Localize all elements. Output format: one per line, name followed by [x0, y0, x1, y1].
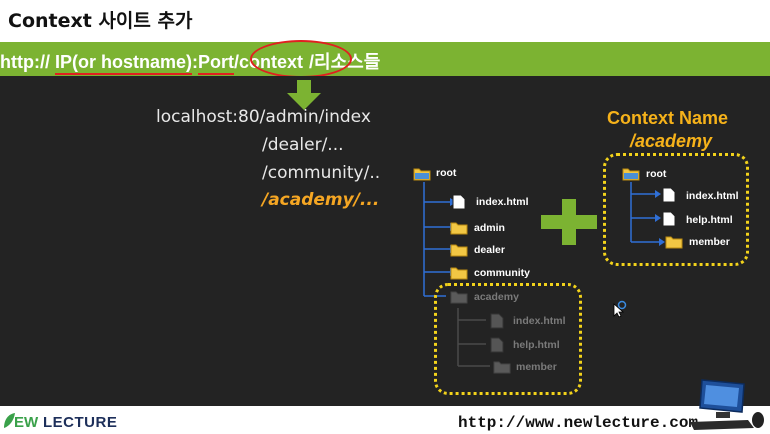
path-admin: localhost:80/admin/index	[156, 107, 371, 127]
file-icon	[452, 194, 466, 210]
mouse-cursor-icon	[613, 300, 627, 318]
dim-file-icon	[490, 337, 504, 353]
folder-icon	[450, 244, 468, 257]
path-dealer: /dealer/...	[262, 135, 344, 155]
context-name-value: /academy	[630, 131, 713, 151]
left-tree-dim-help: help.html	[513, 339, 560, 351]
computer-icon	[690, 379, 764, 430]
file-icon	[662, 187, 676, 203]
left-tree-dim-index: index.html	[513, 315, 566, 327]
right-tree-item-index: index.html	[686, 190, 739, 202]
folder-icon	[450, 222, 468, 235]
path-community: /community/..	[262, 163, 381, 183]
dim-folder-icon	[493, 361, 511, 374]
root-folder-icon	[622, 168, 640, 181]
right-tree-item-help: help.html	[686, 214, 733, 226]
right-tree-root: root	[646, 168, 667, 180]
left-tree-item-index: index.html	[476, 196, 529, 208]
folder-icon	[450, 267, 468, 280]
folder-icon	[665, 236, 683, 249]
left-tree-item-admin: admin	[474, 222, 505, 234]
context-name-title: Context Name	[607, 108, 729, 128]
path-academy: /academy/...	[262, 190, 380, 210]
url-port: Port	[198, 52, 234, 75]
left-tree-item-dealer: dealer	[474, 244, 505, 256]
context-highlight-oval	[250, 40, 352, 78]
logo-ew-text: EW	[14, 414, 39, 431]
url-prefix: http://	[0, 52, 55, 72]
left-tree-dim-member: member	[516, 361, 557, 373]
file-icon	[662, 211, 676, 227]
left-tree-root: root	[436, 167, 457, 179]
down-arrow-icon	[287, 80, 321, 110]
root-folder-icon	[413, 168, 431, 181]
dim-file-icon	[490, 313, 504, 329]
left-tree-item-community: community	[474, 267, 531, 279]
logo-lecture-text: LECTURE	[43, 414, 118, 431]
website-url: http://www.newlecture.com	[458, 414, 699, 432]
url-host: IP(or hostname)	[54, 52, 192, 75]
right-tree-item-member: member	[689, 236, 730, 248]
url-pattern-bar: http:// IP(or hostname):Port/context/리소스…	[0, 42, 770, 76]
slide-title: Context 사이트 추가	[8, 10, 193, 32]
